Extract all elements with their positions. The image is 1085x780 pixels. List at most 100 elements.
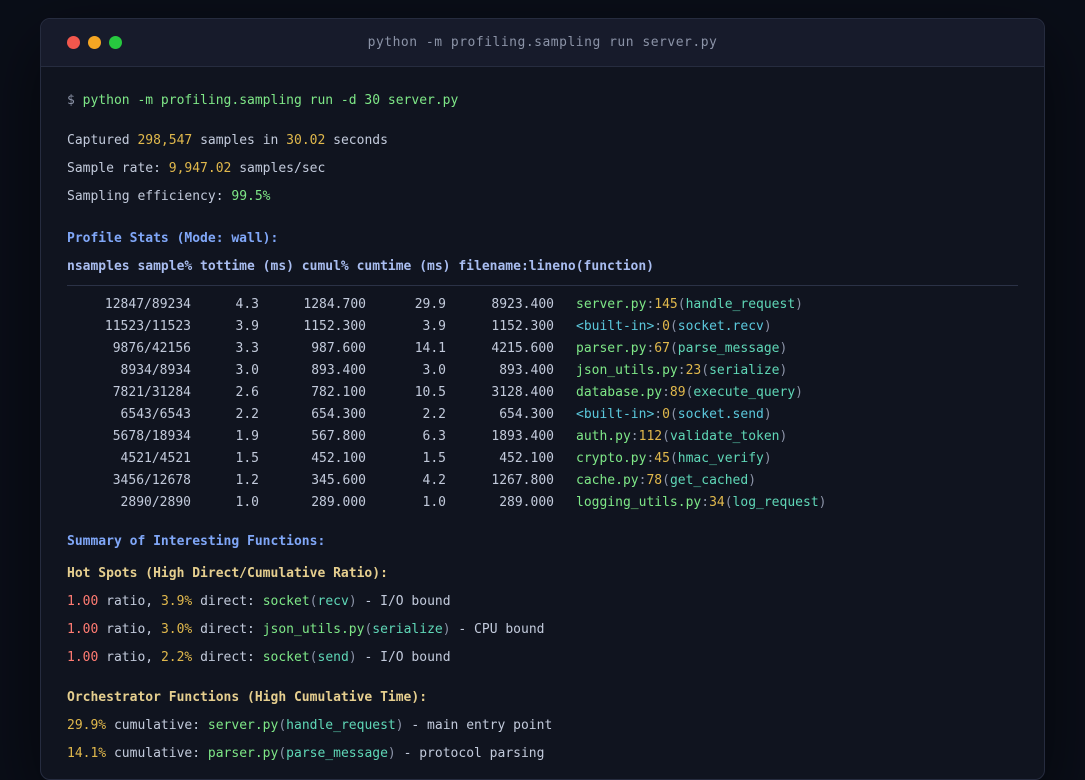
stat-cell: 12847/89234 <box>104 297 191 312</box>
text-segment: hmac_verify <box>677 451 764 466</box>
minimize-button[interactable] <box>88 36 101 49</box>
text-segment: cumulative: <box>106 718 208 733</box>
text-segment: ( <box>669 451 678 466</box>
text-segment: 112 <box>638 429 663 444</box>
hot-spots-heading: Hot Spots (High Direct/Cumulative Ratio)… <box>67 564 1018 584</box>
stat-cell: 2.2 <box>235 407 259 422</box>
stat-cell: 1152.300 <box>303 319 366 334</box>
stat-cell: 6543/6543 <box>120 407 191 422</box>
text-segment: - I/O bound <box>356 594 451 609</box>
text-segment: 45 <box>654 451 670 466</box>
stat-cell: 1152.300 <box>491 319 554 334</box>
close-button[interactable] <box>67 36 80 49</box>
text-segment: 99.5% <box>231 189 271 204</box>
function-location: cache.py:78(get_cached) <box>554 470 1018 492</box>
function-location: <built-in>:0(socket.recv) <box>554 316 1018 338</box>
text-segment: 145 <box>654 297 678 312</box>
text-segment: crypto.py <box>576 451 647 466</box>
text-segment: ) <box>779 341 788 356</box>
stat-cell: 1.5 <box>422 451 446 466</box>
stat-cell: 1.2 <box>235 473 259 488</box>
text-segment: ratio, <box>98 650 161 665</box>
text-segment: <built-in> <box>576 319 655 334</box>
stat-cell: 2.2 <box>422 407 446 422</box>
text-segment: execute_query <box>693 385 796 400</box>
text-segment: ) <box>763 451 772 466</box>
text-segment: 0 <box>662 319 670 334</box>
text-segment: socket.recv <box>677 319 764 334</box>
stat-cell: 3128.400 <box>491 385 554 400</box>
text-segment: validate_token <box>669 429 780 444</box>
stat-cell: 29.9 <box>414 297 446 312</box>
text-segment: <built-in> <box>576 407 655 422</box>
stat-cell: 3.0 <box>422 363 446 378</box>
text-segment: cumulative: <box>106 746 208 761</box>
text-segment: ) <box>763 407 772 422</box>
text-segment: ) <box>795 297 803 312</box>
orchestrator-heading: Orchestrator Functions (High Cumulative … <box>67 688 1018 708</box>
zoom-button[interactable] <box>109 36 122 49</box>
stat-cell: 4521/4521 <box>120 451 191 466</box>
stat-cell: 14.1 <box>414 341 446 356</box>
text-segment: 2.2% <box>160 650 193 665</box>
stat-cell: 567.800 <box>311 429 366 444</box>
text-segment: ( <box>309 650 318 665</box>
stat-cell: 893.400 <box>311 363 366 378</box>
stat-cell: 1.5 <box>235 451 259 466</box>
text-segment: ratio, <box>98 594 161 609</box>
text-segment: parser.py <box>576 341 647 356</box>
stats-row: 12847/89234 4.3 1284.700 29.9 8923.400 server… <box>67 294 1018 316</box>
text-segment: server.py <box>576 297 647 312</box>
text-segment: nsamples sample% tottime (ms) cumul% cum… <box>67 259 654 274</box>
text-segment: parser.py <box>207 746 279 761</box>
stat-cell: 452.100 <box>499 451 554 466</box>
command-prompt-line: $ python -m profiling.sampling run -d 30… <box>67 91 1018 111</box>
hot-spot-line: 1.00 ratio, 3.9% direct: socket(recv) - … <box>67 592 1018 612</box>
text-segment: ( <box>669 341 678 356</box>
stat-cell: 289.000 <box>499 495 554 510</box>
text-segment: : <box>654 319 663 334</box>
text-segment: socket <box>262 650 310 665</box>
text-segment: ( <box>662 473 670 488</box>
text-segment: ) <box>442 622 451 637</box>
text-segment: 89 <box>669 385 686 400</box>
stats-row: 6543/6543 2.2 654.300 2.2 654.300 <built-in>:… <box>67 404 1018 426</box>
text-segment: ( <box>701 363 710 378</box>
function-location: logging_utils.py:34(log_request) <box>554 492 1018 514</box>
stats-row: 7821/31284 2.6 782.100 10.5 3128.400 database… <box>67 382 1018 404</box>
text-segment: direct: <box>192 622 263 637</box>
text-segment: 1.00 <box>67 650 99 665</box>
stat-cell: 7821/31284 <box>112 385 191 400</box>
stat-cell: 8934/8934 <box>120 363 191 378</box>
text-segment: ( <box>309 594 318 609</box>
text-segment: serialize <box>709 363 780 378</box>
text-segment: ( <box>278 718 287 733</box>
text-segment: ) <box>348 594 357 609</box>
text-segment: server.py <box>207 718 279 733</box>
stat-cell: 1.0 <box>422 495 446 510</box>
stat-cell: 3456/12678 <box>112 473 191 488</box>
divider-line <box>67 285 1018 286</box>
text-segment: Orchestrator Functions (High Cumulative … <box>67 690 428 705</box>
captured-line: Captured 298,547 samples in 30.02 second… <box>67 131 1018 151</box>
text-segment: - I/O bound <box>356 650 451 665</box>
text-segment: - protocol parsing <box>395 746 545 761</box>
text-segment: 298,547 <box>137 133 193 148</box>
text-segment: send <box>317 650 349 665</box>
terminal-output: $ python -m profiling.sampling run -d 30… <box>41 67 1044 764</box>
terminal-titlebar: python -m profiling.sampling run server.… <box>41 19 1044 67</box>
stat-cell: 10.5 <box>414 385 446 400</box>
text-segment: json_utils.py <box>576 363 678 378</box>
function-location: auth.py:112(validate_token) <box>554 426 1018 448</box>
text-segment: $ <box>67 93 83 108</box>
function-location: <built-in>:0(socket.send) <box>554 404 1018 426</box>
text-segment: 30.02 <box>286 133 326 148</box>
stat-cell: 1893.400 <box>491 429 554 444</box>
stat-cell: 3.9 <box>422 319 446 334</box>
stat-cell: 11523/11523 <box>104 319 191 334</box>
text-segment: cache.py <box>576 473 639 488</box>
terminal-window: python -m profiling.sampling run server.… <box>40 18 1045 780</box>
text-segment: ( <box>669 407 678 422</box>
stat-cell: 4.2 <box>422 473 446 488</box>
